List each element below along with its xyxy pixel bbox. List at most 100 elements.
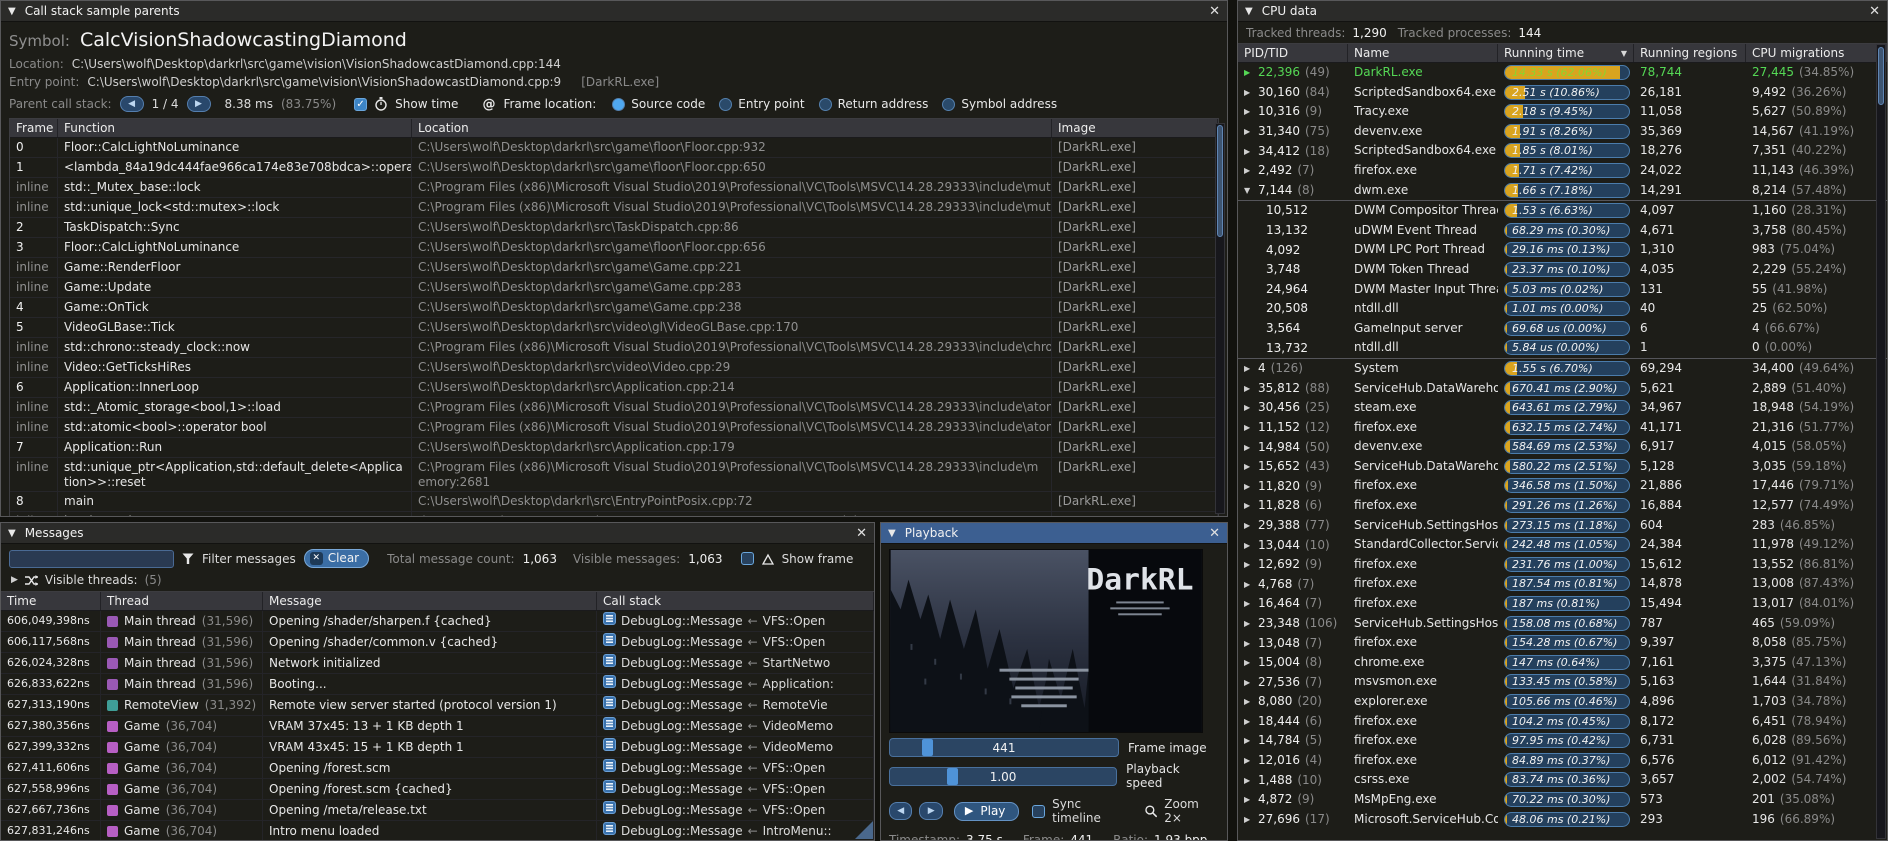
col-pid-tid[interactable]: PID/TID — [1238, 44, 1348, 62]
expand-arrow-icon[interactable]: ▶ — [1244, 418, 1253, 437]
cpu-process-row[interactable]: ▶11,820(9)firefox.exe346.58 ms (1.50%)21… — [1238, 476, 1887, 496]
expand-arrow-icon[interactable]: ▶ — [1244, 536, 1253, 555]
col-running-time[interactable]: Running time▼ — [1498, 44, 1634, 62]
message-row[interactable]: 627,831,246nsGame(36,704)Intro menu load… — [1, 821, 874, 840]
cpu-process-row[interactable]: ▶31,340(75)devenv.exe1.91 s (8.26%)35,36… — [1238, 122, 1887, 142]
callstack-frame-row[interactable]: inlinestd::chrono::steady_clock::nowC:\P… — [10, 338, 1218, 358]
callstack-frame-row[interactable]: inlinestd::_Mutex_base::lockC:\Program F… — [10, 178, 1218, 198]
expand-arrow-icon[interactable]: ▶ — [1244, 653, 1253, 672]
cpu-process-row[interactable]: ▶12,016(4)firefox.exe84.89 ms (0.37%)6,5… — [1238, 751, 1887, 771]
message-callstack[interactable]: DebugLog::Message←VFS::Open — [597, 632, 874, 652]
show-frame-checkbox[interactable] — [741, 552, 754, 565]
expand-arrow-icon[interactable]: ▶ — [1244, 614, 1253, 633]
expand-arrow-icon[interactable]: ▶ — [1244, 359, 1253, 378]
message-callstack[interactable]: DebugLog::Message←RemoteVie — [597, 695, 874, 715]
cpu-process-row[interactable]: ▼7,144(8)dwm.exe1.66 s (7.18%)14,2918,21… — [1238, 181, 1887, 201]
visible-threads-row[interactable]: ▶ Visible threads: (5) — [1, 572, 874, 591]
cpu-process-row[interactable]: ▶27,536(7)msvsmon.exe133.45 ms (0.58%)5,… — [1238, 672, 1887, 692]
radio-source-code[interactable] — [612, 98, 625, 111]
cpu-process-row[interactable]: ▶11,828(6)firefox.exe291.26 ms (1.26%)16… — [1238, 496, 1887, 516]
expand-arrow-icon[interactable]: ▶ — [1244, 496, 1253, 515]
cpu-process-row[interactable]: ▶13,044(10)StandardCollector.Service242.… — [1238, 535, 1887, 555]
expand-arrow-icon[interactable]: ▶ — [1244, 692, 1253, 711]
callstack-frame-row[interactable]: inlinestd::_Atomic_storage<bool,1>::load… — [10, 398, 1218, 418]
callstack-frame-row[interactable]: inlinestd::unique_lock<std::mutex>::lock… — [10, 198, 1218, 218]
frame-slider-thumb[interactable] — [922, 739, 933, 756]
scrollbar-thumb[interactable] — [1217, 125, 1223, 237]
close-icon[interactable]: ✕ — [1869, 4, 1880, 19]
expand-arrow-icon[interactable]: ▶ — [1244, 142, 1253, 161]
expand-arrow-icon[interactable]: ▶ — [1244, 751, 1253, 770]
expand-arrow-icon[interactable]: ▶ — [1244, 379, 1253, 398]
collapse-icon[interactable]: ▼ — [1245, 6, 1253, 17]
cpu-process-row[interactable]: ▶8,080(20)explorer.exe105.66 ms (0.46%)4… — [1238, 692, 1887, 712]
message-row[interactable]: 627,667,736nsGame(36,704)Opening /meta/r… — [1, 800, 874, 821]
cpu-process-row[interactable]: ▶18,444(6)firefox.exe104.2 ms (0.45%)8,1… — [1238, 712, 1887, 732]
next-sample-button[interactable]: ▶ — [187, 96, 211, 112]
message-row[interactable]: 606,049,398nsMain thread(31,596)Opening … — [1, 611, 874, 632]
cpu-process-row[interactable]: ▶12,692(9)firefox.exe231.76 ms (1.00%)15… — [1238, 555, 1887, 575]
collapse-icon[interactable]: ▼ — [8, 6, 16, 17]
message-row[interactable]: 626,833,622nsMain thread(31,596)Booting.… — [1, 674, 874, 695]
expand-arrow-icon[interactable]: ▶ — [1244, 673, 1253, 692]
col-name[interactable]: Name — [1348, 44, 1498, 62]
cpu-process-row[interactable]: ▶2,492(7)firefox.exe1.71 s (7.42%)24,022… — [1238, 161, 1887, 181]
expand-arrow-icon[interactable]: ▶ — [1244, 122, 1253, 141]
callstack-frame-row[interactable]: 5VideoGLBase::TickC:\Users\wolf\Desktop\… — [10, 318, 1218, 338]
callstack-frame-row[interactable]: 7Application::RunC:\Users\wolf\Desktop\d… — [10, 438, 1218, 458]
cpu-process-row[interactable]: ▶1,488(10)csrss.exe83.74 ms (0.36%)3,657… — [1238, 770, 1887, 790]
close-icon[interactable]: ✕ — [856, 526, 867, 541]
message-row[interactable]: 627,558,996nsGame(36,704)Opening /forest… — [1, 779, 874, 800]
callstack-frame-row[interactable]: 8mainC:\Users\wolf\Desktop\darkrl\src\En… — [10, 492, 1218, 512]
callstack-frame-row[interactable]: 1<lambda_84a19dc444fae966ca174e83e708bdc… — [10, 158, 1218, 178]
expand-arrow-icon[interactable]: ▶ — [1244, 438, 1253, 457]
close-icon[interactable]: ✕ — [1209, 4, 1220, 19]
message-callstack[interactable]: DebugLog::Message←VFS::Open — [597, 758, 874, 778]
expand-arrow-icon[interactable]: ▶ — [1244, 63, 1253, 82]
expand-arrow-icon[interactable]: ▶ — [1244, 457, 1253, 476]
callstack-frame-row[interactable]: inlineGame::RenderFloorC:\Users\wolf\Des… — [10, 258, 1218, 278]
callstack-frame-row[interactable]: 2TaskDispatch::SyncC:\Users\wolf\Desktop… — [10, 218, 1218, 238]
message-callstack[interactable]: DebugLog::Message←VFS::Open — [597, 800, 874, 820]
cpu-process-row[interactable]: ▶30,160(84)ScriptedSandbox64.exe2.51 s (… — [1238, 83, 1887, 103]
collapse-icon[interactable]: ▼ — [8, 528, 16, 539]
message-callstack[interactable]: DebugLog::Message←IntroMenu:: — [597, 821, 874, 840]
cpu-process-row[interactable]: ▶11,152(12)firefox.exe632.15 ms (2.74%)4… — [1238, 418, 1887, 438]
callstack-frame-row[interactable]: inlineinvoke_maind:\agent\_work\63\s\src… — [10, 512, 1218, 516]
clear-button[interactable]: ✕ Clear — [304, 549, 369, 568]
expand-arrow-icon[interactable]: ▶ — [1244, 634, 1253, 653]
step-forward-button[interactable]: ▶ — [919, 802, 942, 820]
cpu-process-row[interactable]: ▶30,456(25)steam.exe643.61 ms (2.79%)34,… — [1238, 398, 1887, 418]
message-row[interactable]: 626,024,328nsMain thread(31,596)Network … — [1, 653, 874, 674]
expand-arrow-icon[interactable]: ▶ — [1244, 83, 1253, 102]
expand-arrow-icon[interactable]: ▶ — [1244, 555, 1253, 574]
cpu-process-row[interactable]: ▶34,412(18)ScriptedSandbox64.exe1.85 s (… — [1238, 141, 1887, 161]
callstack-frame-row[interactable]: 0Floor::CalcLightNoLuminanceC:\Users\wol… — [10, 138, 1218, 158]
cpu-process-row[interactable]: ▶29,388(77)ServiceHub.SettingsHost273.15… — [1238, 516, 1887, 536]
cpu-process-row[interactable]: 3,748DWM Token Thread23.37 ms (0.10%)4,0… — [1238, 260, 1887, 280]
frame-slider[interactable]: 441 — [889, 738, 1119, 757]
show-time-checkbox[interactable]: ✓ — [354, 98, 367, 111]
radio-return-address[interactable] — [819, 98, 832, 111]
close-icon[interactable]: ✕ — [1209, 526, 1220, 541]
cpu-process-row[interactable]: ▶35,812(88)ServiceHub.DataWarehous670.41… — [1238, 379, 1887, 399]
expand-icon[interactable]: ▶ — [11, 575, 18, 585]
cpu-process-row[interactable]: 24,964DWM Master Input Thread5.03 ms (0.… — [1238, 280, 1887, 300]
play-button[interactable]: ▶ Play — [954, 802, 1020, 821]
expand-arrow-icon[interactable]: ▶ — [1244, 594, 1253, 613]
message-callstack[interactable]: DebugLog::Message←StartNetwo — [597, 653, 874, 673]
message-row[interactable]: 606,117,568nsMain thread(31,596)Opening … — [1, 632, 874, 653]
cpu-process-row[interactable]: ▶4,872(9)MsMpEng.exe70.22 ms (0.30%)5732… — [1238, 790, 1887, 810]
expanded-arrow-icon[interactable]: ▼ — [1244, 181, 1253, 200]
message-row[interactable]: 627,411,606nsGame(36,704)Opening /forest… — [1, 758, 874, 779]
cpu-process-row[interactable]: 13,132uDWM Event Thread68.29 ms (0.30%)4… — [1238, 221, 1887, 241]
message-callstack[interactable]: DebugLog::Message←VFS::Open — [597, 611, 874, 631]
cpu-process-row[interactable]: ▶15,004(8)chrome.exe147 ms (0.64%)7,1613… — [1238, 653, 1887, 673]
expand-arrow-icon[interactable]: ▶ — [1244, 771, 1253, 790]
callstack-scrollbar[interactable] — [1215, 123, 1225, 514]
collapse-icon[interactable]: ▼ — [888, 528, 896, 539]
filter-input[interactable] — [9, 550, 174, 568]
zoom-2x-label[interactable]: Zoom 2× — [1164, 797, 1219, 825]
speed-slider-thumb[interactable] — [947, 768, 958, 785]
sync-timeline-checkbox[interactable] — [1032, 805, 1045, 818]
